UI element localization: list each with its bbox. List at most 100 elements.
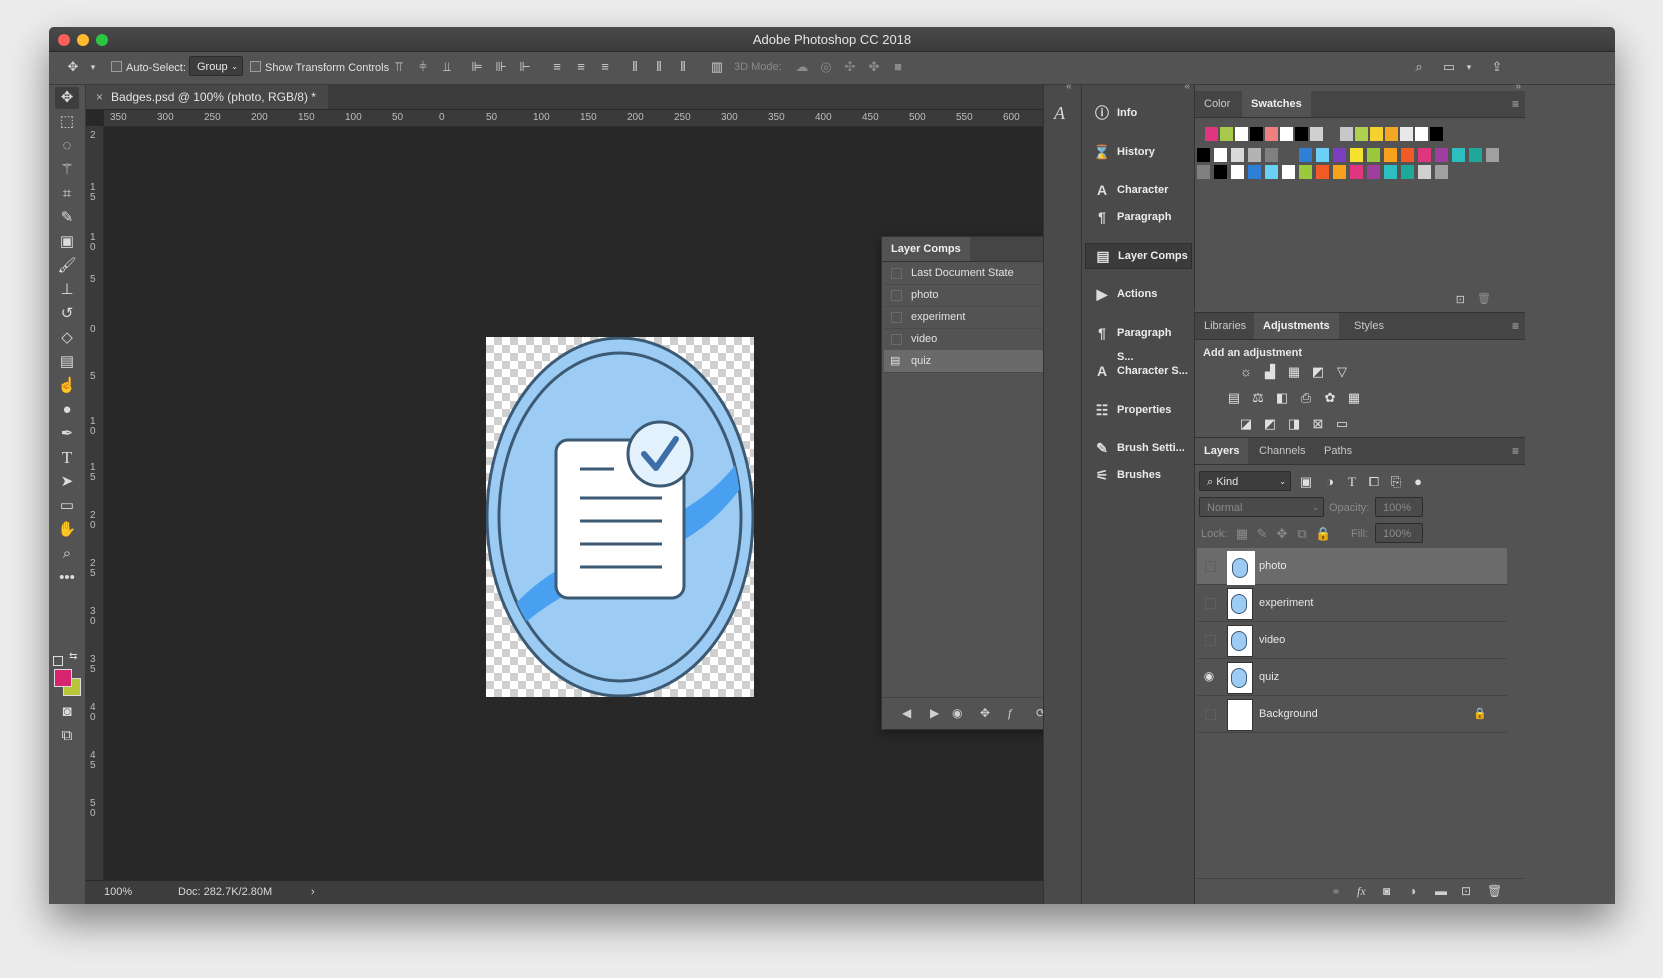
color-swatch[interactable]: [1205, 127, 1218, 141]
lock-image-icon[interactable]: ✎: [1255, 527, 1269, 541]
eyedropper-tool-icon[interactable]: ✎: [55, 207, 79, 229]
lock-artboard-icon[interactable]: ⧉: [1295, 527, 1309, 541]
update-style-icon[interactable]: f: [1008, 706, 1011, 721]
color-swatch[interactable]: [1367, 165, 1380, 179]
distribute-right-icon[interactable]: ⦀: [675, 59, 691, 75]
align-left-icon[interactable]: ⊫: [469, 59, 485, 75]
color-swatch[interactable]: [1248, 148, 1261, 162]
color-swatch[interactable]: [1248, 165, 1261, 179]
color-swatch[interactable]: [1350, 165, 1363, 179]
lock-all-icon[interactable]: 🔒: [1315, 527, 1331, 541]
rectangle-tool-icon[interactable]: ▭: [55, 495, 79, 517]
color-swatch[interactable]: [1435, 148, 1448, 162]
comp-checkbox[interactable]: [891, 290, 902, 301]
color-swatch[interactable]: [1299, 148, 1312, 162]
color-swatch[interactable]: [1418, 148, 1431, 162]
layer-row[interactable]: video: [1197, 622, 1507, 659]
align-right-icon[interactable]: ⊩: [517, 59, 533, 75]
search-icon[interactable]: ⌕: [1411, 59, 1427, 75]
document-canvas[interactable]: [485, 336, 755, 698]
new-group-icon[interactable]: ▬: [1435, 884, 1447, 898]
color-swatch[interactable]: [1415, 127, 1428, 141]
history-brush-tool-icon[interactable]: ↺: [55, 303, 79, 325]
layer-name[interactable]: quiz: [1259, 671, 1279, 683]
color-swatch[interactable]: [1486, 148, 1499, 162]
chevron-down-icon[interactable]: ▾: [1461, 59, 1477, 75]
color-swatch[interactable]: [1265, 127, 1278, 141]
character-styles-panel-button[interactable]: A Character S...: [1085, 359, 1190, 383]
color-swatch[interactable]: [1280, 127, 1293, 141]
align-bottom-icon[interactable]: ⫫: [439, 59, 455, 75]
color-swatch[interactable]: [1250, 127, 1263, 141]
eye-icon[interactable]: ◉: [1202, 669, 1216, 683]
black-white-icon[interactable]: ◧: [1275, 391, 1289, 405]
lock-transparent-icon[interactable]: ▦: [1235, 527, 1249, 541]
color-swatch[interactable]: [1231, 148, 1244, 162]
photo-filter-icon[interactable]: ⎙: [1299, 391, 1313, 405]
curves-icon[interactable]: ▦: [1287, 365, 1301, 379]
comp-checkbox[interactable]: [891, 268, 902, 279]
glyphs-panel-icon[interactable]: A: [1054, 103, 1065, 124]
layer-row[interactable]: ◉ quiz: [1197, 659, 1507, 696]
layers-tab[interactable]: Layers: [1195, 438, 1249, 464]
roll-3d-icon[interactable]: ◎: [818, 59, 834, 75]
auto-align-icon[interactable]: ▥: [709, 59, 725, 75]
color-swatch[interactable]: [1325, 127, 1338, 141]
update-visibility-icon[interactable]: ◉: [952, 706, 962, 720]
color-swatch[interactable]: [1370, 127, 1383, 141]
pan-3d-icon[interactable]: ✣: [842, 59, 858, 75]
stamp-tool-icon[interactable]: ⊥: [55, 279, 79, 301]
color-swatch[interactable]: [1367, 148, 1380, 162]
close-tab-icon[interactable]: ×: [96, 90, 103, 104]
brush-tool-icon[interactable]: 🖌: [55, 255, 79, 277]
smudge-tool-icon[interactable]: ☝: [55, 375, 79, 397]
lock-position-icon[interactable]: ✥: [1275, 527, 1289, 541]
invert-icon[interactable]: ◪: [1239, 417, 1253, 431]
orbit-3d-icon[interactable]: ☁: [794, 59, 810, 75]
next-comp-icon[interactable]: ▶: [930, 706, 939, 720]
visibility-toggle[interactable]: [1205, 709, 1216, 720]
marquee-tool-icon[interactable]: ⬚: [55, 111, 79, 133]
distribute-hcenter-icon[interactable]: ⦀: [651, 59, 667, 75]
color-swatch[interactable]: [1310, 127, 1323, 141]
color-swatch[interactable]: [1452, 165, 1465, 179]
align-top-icon[interactable]: ⫪: [391, 59, 407, 75]
gradient-tool-icon[interactable]: ▤: [55, 351, 79, 373]
color-swatch[interactable]: [1384, 148, 1397, 162]
levels-icon[interactable]: ▟: [1263, 365, 1277, 379]
vibrance-icon[interactable]: ▽: [1335, 365, 1349, 379]
selective-color-icon[interactable]: ⊠: [1311, 417, 1325, 431]
brushes-panel-button[interactable]: ⚟ Brushes: [1085, 463, 1190, 487]
healing-tool-icon[interactable]: ▣: [55, 231, 79, 253]
threshold-icon[interactable]: ◨: [1287, 417, 1301, 431]
color-tab[interactable]: Color: [1195, 91, 1239, 117]
layer-style-icon[interactable]: fx: [1357, 884, 1366, 899]
fill-field[interactable]: 100%: [1375, 523, 1423, 543]
history-panel-button[interactable]: ⌛ History: [1085, 140, 1190, 164]
move-tool-icon[interactable]: ✥: [55, 87, 79, 109]
screen-mode-icon[interactable]: ⧉: [55, 725, 79, 747]
color-swatch[interactable]: [1299, 165, 1312, 179]
move-tool-icon[interactable]: ✥: [65, 59, 81, 75]
color-lookup-icon[interactable]: ▦: [1347, 391, 1361, 405]
paragraph-styles-panel-button[interactable]: ¶ Paragraph S...: [1085, 321, 1190, 363]
lasso-tool-icon[interactable]: ◌: [55, 135, 79, 157]
gradient-map-icon[interactable]: ▭: [1335, 417, 1349, 431]
color-swatch[interactable]: [1469, 148, 1482, 162]
scale-3d-icon[interactable]: ■: [890, 59, 906, 75]
panel-menu-icon[interactable]: ≡: [1512, 319, 1519, 333]
update-position-icon[interactable]: ✥: [980, 706, 990, 720]
color-swatch[interactable]: [1385, 127, 1398, 141]
blend-mode-dropdown[interactable]: Normal ⌄: [1199, 497, 1324, 517]
opacity-field[interactable]: 100%: [1375, 497, 1423, 517]
color-swatch[interactable]: [1214, 148, 1227, 162]
layer-comps-panel-button[interactable]: ▤ Layer Comps: [1085, 243, 1192, 269]
color-swatch[interactable]: [1265, 148, 1278, 162]
color-swatch[interactable]: [1282, 148, 1295, 162]
color-swatch[interactable]: [1430, 127, 1443, 141]
paragraph-panel-button[interactable]: ¶ Paragraph: [1085, 205, 1190, 229]
quick-mask-icon[interactable]: ◙: [55, 701, 79, 723]
properties-panel-button[interactable]: ☷ Properties: [1085, 398, 1190, 422]
layer-name[interactable]: video: [1259, 634, 1285, 646]
chevron-down-icon[interactable]: ▾: [85, 59, 101, 75]
